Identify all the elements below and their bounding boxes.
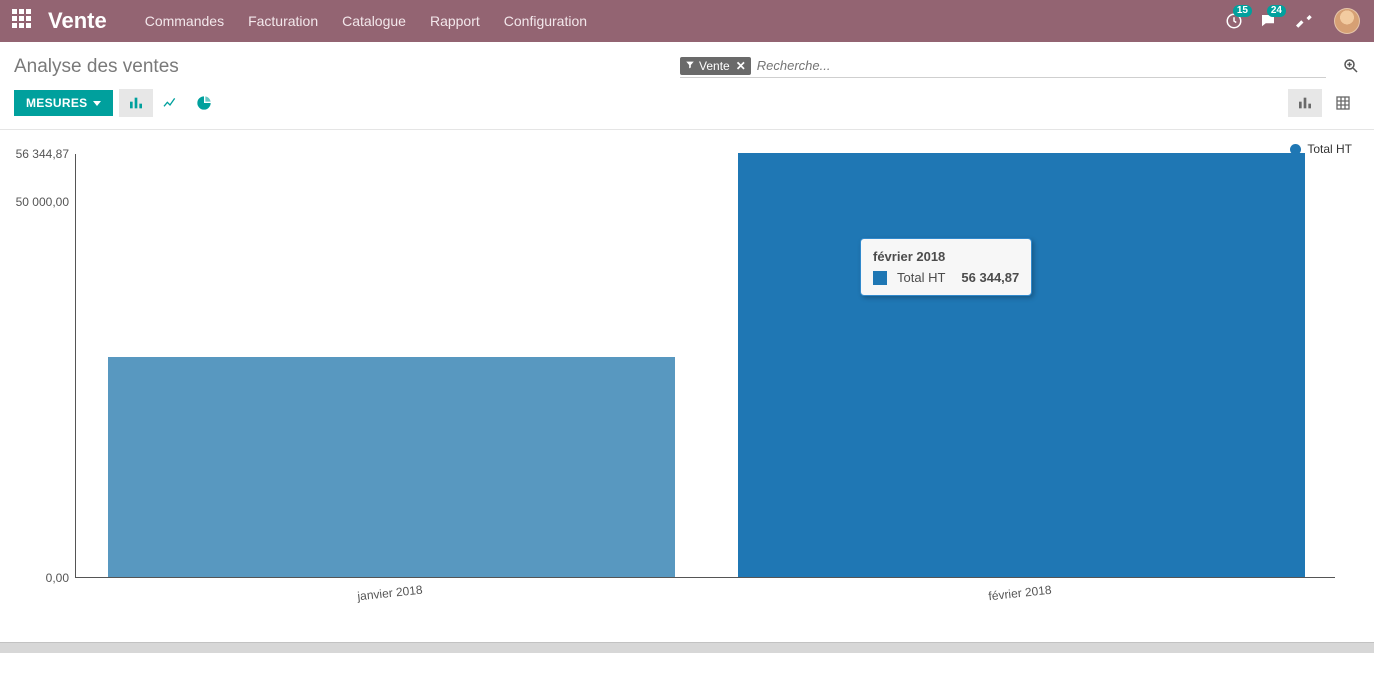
pivot-view-button[interactable] xyxy=(1326,89,1360,117)
line-chart-button[interactable] xyxy=(153,89,187,117)
search-wrap: Vente ✕ xyxy=(680,57,1360,78)
y-tick-label: 0,00 xyxy=(1,571,69,585)
menu-configuration[interactable]: Configuration xyxy=(492,2,599,40)
graph-view-button[interactable] xyxy=(1288,89,1322,117)
chart-tooltip: février 2018 Total HT 56 344,87 xyxy=(860,238,1032,296)
expand-search-icon[interactable] xyxy=(1342,57,1360,78)
pie-chart-button[interactable] xyxy=(187,89,221,117)
menu-facturation[interactable]: Facturation xyxy=(236,2,330,40)
subheader: Analyse des ventes Vente ✕ xyxy=(0,42,1374,89)
discuss-icon[interactable]: 24 xyxy=(1254,7,1282,35)
chart-bar[interactable] xyxy=(738,153,1305,577)
y-tick-label: 50 000,00 xyxy=(1,195,69,209)
search-box[interactable]: Vente ✕ xyxy=(680,57,1326,78)
nav-right: 15 24 xyxy=(1220,7,1366,35)
menu-commandes[interactable]: Commandes xyxy=(133,2,236,40)
chart-zone: Total HT 0,0050 000,0056 344,87 février … xyxy=(0,130,1374,642)
menu-catalogue[interactable]: Catalogue xyxy=(330,2,418,40)
tooltip-swatch-icon xyxy=(873,271,887,285)
view-switch xyxy=(1288,89,1360,117)
tooltip-title: février 2018 xyxy=(873,249,1019,264)
chart-bar[interactable] xyxy=(108,357,675,577)
measures-button[interactable]: MESURES xyxy=(14,90,113,116)
search-input[interactable] xyxy=(757,58,1326,73)
search-filter-tag[interactable]: Vente ✕ xyxy=(680,57,751,75)
apps-icon[interactable] xyxy=(12,9,36,33)
funnel-icon xyxy=(685,59,695,73)
tooltip-series: Total HT xyxy=(897,270,945,285)
y-tick-label: 56 344,87 xyxy=(1,147,69,161)
page-title: Analyse des ventes xyxy=(14,56,179,78)
remove-filter-icon[interactable]: ✕ xyxy=(736,59,746,73)
filter-tag-label: Vente xyxy=(699,59,730,73)
activity-icon[interactable]: 15 xyxy=(1220,7,1248,35)
app-brand[interactable]: Vente xyxy=(48,8,107,34)
top-navbar: Vente Commandes Facturation Catalogue Ra… xyxy=(0,0,1374,42)
main-menu: Commandes Facturation Catalogue Rapport … xyxy=(133,2,599,40)
chart-type-group xyxy=(119,89,221,117)
x-tick-label: février 2018 xyxy=(988,583,1052,604)
activity-badge: 15 xyxy=(1233,5,1252,17)
bar-chart-button[interactable] xyxy=(119,89,153,117)
measures-label: MESURES xyxy=(26,96,87,110)
tooltip-value: 56 344,87 xyxy=(961,270,1019,285)
discuss-badge: 24 xyxy=(1267,5,1286,17)
caret-down-icon xyxy=(93,101,101,106)
x-tick-label: janvier 2018 xyxy=(357,583,423,604)
toolbar: MESURES xyxy=(0,89,1374,130)
menu-rapport[interactable]: Rapport xyxy=(418,2,492,40)
chart-plot: 0,0050 000,0056 344,87 xyxy=(75,154,1335,578)
developer-icon[interactable] xyxy=(1296,12,1314,30)
user-avatar[interactable] xyxy=(1334,8,1360,34)
footer-scrollbar[interactable] xyxy=(0,642,1374,653)
